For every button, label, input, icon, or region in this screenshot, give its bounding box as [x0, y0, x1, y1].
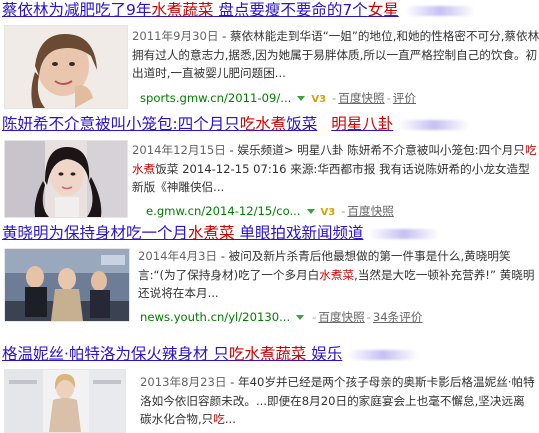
title-text: 单眼拍戏新闻频道 [234, 224, 364, 242]
result-thumbnail[interactable] [4, 369, 126, 433]
thumbnail-image [5, 141, 127, 217]
search-result-3: 黄晓明为保持身材吃一个月水煮菜 单眼拍戏新闻频道 2014年4月3日 - 被问及… [0, 220, 539, 325]
result-snippet: 2013年8月23日 - 年40岁并已经是两个孩子母亲的奥斯卡影后格温妮丝·帕特… [140, 373, 536, 429]
verified-badge: V3 [311, 94, 327, 105]
search-result-2: 陈妍希不介意被叫小笼包:四个月只吃水煮饭菜 明星八卦 2014年12月15日 - … [0, 113, 539, 220]
review-link[interactable]: 评价 [393, 91, 416, 105]
snapshot-link[interactable]: 百度快照 [347, 204, 393, 218]
result-date: 2014年12月15日 [132, 143, 226, 157]
title-text: 格温妮丝·帕特洛为保火辣身材 只 [2, 345, 229, 363]
snippet-highlight: 水煮菜 [319, 267, 355, 282]
snippet-highlight: 吃 [213, 412, 225, 427]
title-highlight: 明星八卦 [331, 115, 394, 133]
result-title-link[interactable]: 蔡依林为减肥吃了9年水煮蔬菜 盘点要瘦不要命的7个女星 [2, 1, 475, 19]
divider: - [386, 91, 391, 105]
review-link[interactable]: 34条评价 [373, 310, 423, 324]
snippet-text: 饭菜 2014-12-15 07:16 来源:华西都市报 我有话说陈妍希的小龙女… [132, 161, 530, 195]
blurred-text [369, 228, 440, 239]
result-date: 2013年8月23日 [140, 375, 227, 389]
title-text: 陈妍希不介意被叫小笼包:四个月只 [2, 115, 240, 133]
snapshot-link[interactable]: 百度快照 [338, 91, 384, 105]
blurred-text [348, 349, 419, 360]
title-highlight: 水煮蔬菜 [151, 1, 214, 19]
blurred-text [404, 5, 475, 16]
result-title-link[interactable]: 黄晓明为保持身材吃一个月水煮菜 单眼拍戏新闻频道 [2, 224, 440, 242]
title-text: 蔡依林为减肥吃了9年 [2, 1, 152, 19]
thumbnail-image [5, 26, 127, 108]
title-text: 黄晓明为保持身材吃一个月 [2, 224, 189, 242]
snippet-text: - 娱乐频道> 明星八卦 陈妍希不介意被叫小笼包:四个月只 [225, 143, 526, 157]
chevron-down-icon[interactable] [296, 314, 305, 320]
divider: - [366, 310, 371, 324]
result-thumbnail[interactable] [4, 25, 128, 109]
result-title-link[interactable]: 格温妮丝·帕特洛为保火辣身材 只吃水煮蔬菜 娱乐 [2, 345, 419, 363]
blurred-text [399, 119, 470, 130]
chevron-down-icon[interactable] [306, 208, 315, 214]
title-text: 饭菜 [286, 115, 318, 133]
snippet-text: ... [224, 412, 236, 427]
result-title-link[interactable]: 陈妍希不介意被叫小笼包:四个月只吃水煮饭菜 明星八卦 [2, 115, 470, 133]
result-date: 2011年9月30日 [132, 29, 219, 43]
chevron-down-icon[interactable] [297, 95, 306, 101]
title-text: 盘点要瘦不要命的7个 [213, 1, 368, 19]
search-result-1: 蔡依林为减肥吃了9年水煮蔬菜 盘点要瘦不要命的7个女星 2011年9月30日 -… [0, 0, 539, 113]
result-url[interactable]: news.youth.cn/yl/20130... [140, 310, 290, 324]
result-snippet: 2014年4月3日 - 被问及新片杀青后他最想做的第一件事是什么,黄晓明笑言:“… [138, 247, 536, 303]
result-url[interactable]: sports.gmw.cn/2011-09/... [140, 91, 291, 105]
thumbnail-image [5, 370, 125, 432]
thumbnail-image [5, 249, 129, 321]
result-meta: news.youth.cn/yl/20130... - 百度快照 -34条评价 [140, 309, 422, 325]
title-highlight: 吃水煮 [239, 115, 287, 133]
divider: - [332, 91, 337, 105]
result-meta: e.gmw.cn/2014-12/15/co... V3- 百度快照 [146, 203, 394, 221]
result-meta: sports.gmw.cn/2011-09/... V3- 百度快照 - 评价 [140, 90, 416, 108]
snapshot-link[interactable]: 百度快照 [318, 310, 364, 324]
divider: - [312, 310, 317, 324]
result-snippet: 2014年12月15日 - 娱乐频道> 明星八卦 陈妍希不介意被叫小笼包:四个月… [132, 141, 539, 197]
title-highlight: 水煮菜 [188, 224, 235, 242]
result-thumbnail[interactable] [4, 140, 128, 218]
title-text: 娱乐 [306, 345, 343, 363]
result-snippet: 2011年9月30日 - 蔡依林能走到华语“一姐”的地位,和她的性格密不可分,蔡… [132, 27, 539, 83]
title-highlight: 女星 [367, 1, 399, 19]
result-url[interactable]: e.gmw.cn/2014-12/15/co... [146, 204, 301, 218]
result-date: 2014年4月3日 [138, 249, 218, 263]
title-highlight: 吃水煮蔬菜 [228, 345, 307, 363]
divider: - [341, 204, 346, 218]
search-result-4: 格温妮丝·帕特洛为保火辣身材 只吃水煮蔬菜 娱乐 2013年8月23日 - 年4… [0, 325, 539, 433]
result-thumbnail[interactable] [4, 248, 130, 322]
verified-badge: V3 [320, 207, 336, 218]
